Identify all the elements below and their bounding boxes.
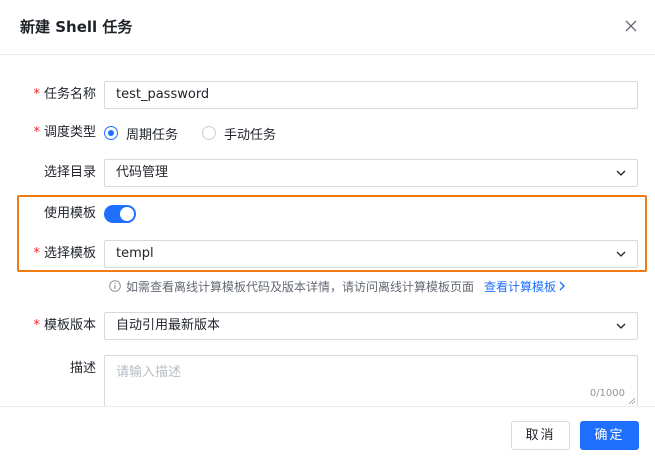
view-template-link[interactable]: 查看计算模板 [484, 278, 566, 295]
schedule-type-row: * 调度类型 周期任务 手动任务 [0, 119, 655, 147]
chevron-down-icon [616, 323, 626, 329]
description-row: 描述 请输入描述 0/1000 [0, 355, 655, 407]
description-placeholder: 请输入描述 [116, 365, 182, 380]
use-template-label: 使用模板 [43, 206, 96, 221]
description-label: 描述 [69, 361, 96, 376]
close-button[interactable] [620, 15, 642, 37]
directory-select[interactable]: 代码管理 [104, 159, 638, 187]
schedule-type-label: * 调度类型 [33, 125, 96, 140]
template-select[interactable]: templ [104, 240, 638, 268]
radio-unchecked-icon [202, 126, 217, 140]
use-template-toggle[interactable] [104, 205, 136, 223]
confirm-button[interactable]: 确定 [580, 421, 639, 450]
info-icon [109, 280, 121, 292]
template-label: * 选择模板 [33, 246, 96, 261]
dialog-footer: 取消 确定 [0, 406, 655, 463]
radio-periodic-task[interactable]: 周期任务 [104, 124, 178, 143]
required-mark: * [33, 87, 40, 102]
description-textarea[interactable]: 请输入描述 0/1000 [104, 355, 638, 407]
schedule-type-radio-group: 周期任务 手动任务 [104, 119, 300, 147]
directory-label: 选择目录 [43, 165, 96, 180]
template-row: * 选择模板 templ [0, 240, 655, 268]
required-mark: * [33, 246, 40, 261]
template-hint: 如需查看离线计算模板代码及版本详情，请访问离线计算模板页面 查看计算模板 [109, 276, 566, 296]
chevron-right-icon [559, 281, 566, 291]
chevron-down-icon [616, 251, 626, 257]
resize-handle-icon[interactable] [628, 397, 636, 405]
required-mark: * [33, 318, 40, 333]
new-shell-task-dialog: 新建 Shell 任务 * 任务名称 test_password * 调度类型 周期… [0, 0, 655, 463]
template-version-select[interactable]: 自动引用最新版本 [104, 312, 638, 340]
hint-text: 如需查看离线计算模板代码及版本详情，请访问离线计算模板页面 [126, 279, 475, 294]
task-name-input[interactable]: test_password [104, 81, 638, 109]
template-version-label: * 模板版本 [33, 318, 96, 333]
chevron-down-icon [616, 170, 626, 176]
task-name-row: * 任务名称 test_password [0, 81, 655, 109]
task-name-label: * 任务名称 [33, 87, 96, 102]
use-template-row: 使用模板 [0, 200, 655, 228]
required-mark: * [33, 125, 40, 140]
toggle-knob [120, 207, 134, 221]
template-version-row: * 模板版本 自动引用最新版本 [0, 312, 655, 340]
char-counter: 0/1000 [589, 388, 625, 399]
dialog-title: 新建 Shell 任务 [20, 18, 133, 36]
cancel-button[interactable]: 取消 [511, 421, 570, 450]
dialog-header: 新建 Shell 任务 [0, 0, 655, 55]
close-icon [625, 20, 637, 32]
directory-row: 选择目录 代码管理 [0, 159, 655, 187]
radio-manual-task[interactable]: 手动任务 [202, 124, 276, 143]
radio-checked-icon [104, 126, 118, 140]
